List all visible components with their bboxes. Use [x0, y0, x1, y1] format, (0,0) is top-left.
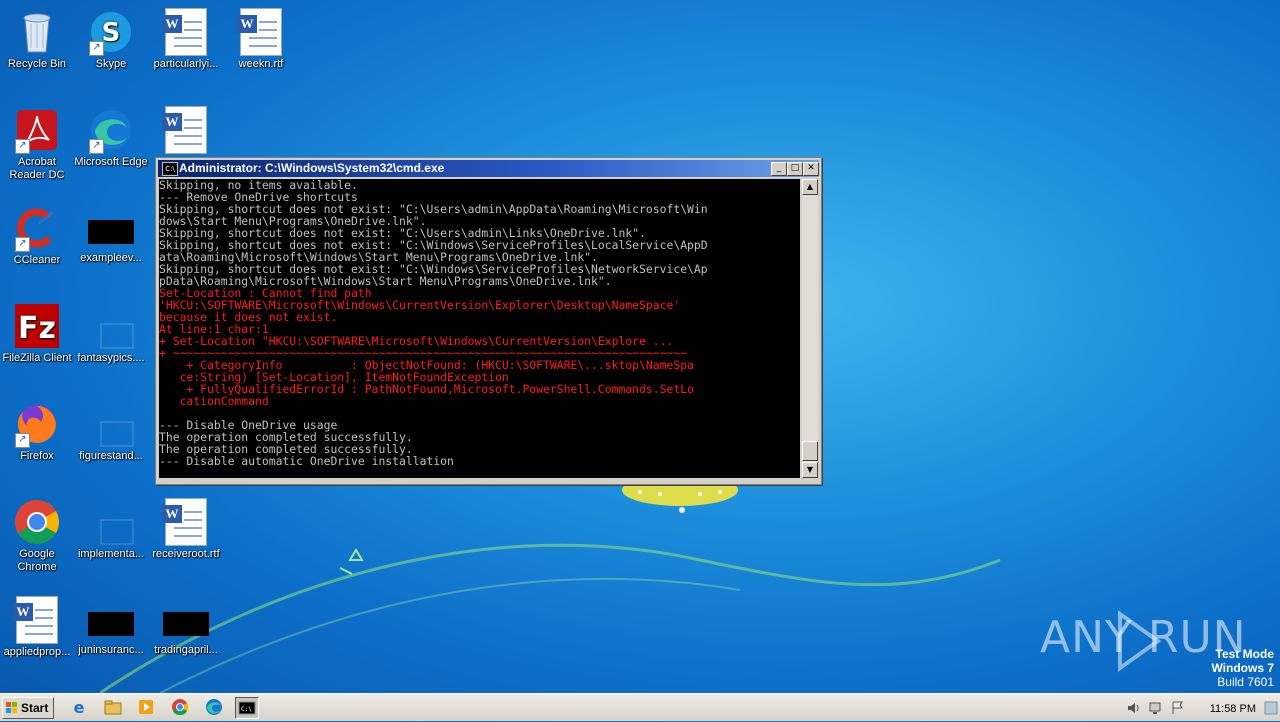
- firefox-icon: ↗: [13, 400, 61, 448]
- shortcut-arrow-icon: ↗: [15, 237, 30, 252]
- desktop-icon-label: figurestand...: [79, 450, 143, 462]
- chrome-icon: [13, 498, 61, 546]
- edge-icon: ↗: [87, 106, 135, 154]
- close-button[interactable]: ✕: [803, 162, 819, 176]
- blank-file-icon: [87, 498, 135, 546]
- vertical-scrollbar[interactable]: ▲ ▼: [802, 179, 818, 478]
- desktop-icon-label: implementa...: [77, 548, 145, 560]
- desktop-icon-skype[interactable]: S ↗ Skype: [74, 8, 148, 71]
- maximize-button[interactable]: □: [787, 162, 803, 176]
- desktop-icon-label: Recycle Bin: [7, 58, 67, 70]
- desktop-icon-label: particularlyi...: [153, 58, 219, 70]
- desktop-icon-label: juninsuranc...: [78, 644, 144, 656]
- clock[interactable]: 11:58 PM: [1210, 703, 1256, 715]
- desktop-icon-acrobat[interactable]: ↗ Acrobat Reader DC: [0, 106, 74, 182]
- desktop-icon-label: Microsoft Edge: [74, 156, 148, 168]
- desktop-icon-word-partial[interactable]: W: [149, 106, 223, 156]
- start-label: Start: [21, 701, 49, 715]
- shortcut-arrow-icon: ↗: [15, 433, 30, 448]
- word-document-icon: W: [162, 498, 210, 546]
- build-label: Build 7601: [1217, 675, 1274, 689]
- volume-icon[interactable]: [1126, 700, 1142, 716]
- desktop-icon-juninsuranc[interactable]: juninsuranc...: [74, 596, 148, 657]
- svg-text:S: S: [102, 18, 121, 48]
- show-desktop-icon[interactable]: [1264, 700, 1278, 716]
- desktop-icon-exampleev[interactable]: exampleev...: [74, 204, 148, 265]
- desktop-icon-particularlyi[interactable]: W particularlyi...: [149, 8, 223, 71]
- desktop-icon-label: fantasypics....: [77, 352, 145, 364]
- word-document-icon: W: [237, 8, 285, 56]
- console-output[interactable]: Skipping, no items available. --- Remove …: [159, 179, 800, 478]
- desktop-icon-label: Google Chrome: [17, 548, 57, 573]
- desktop-icon-firefox[interactable]: ↗ Firefox: [0, 400, 74, 463]
- desktop-icon-edge[interactable]: ↗ Microsoft Edge: [74, 106, 148, 169]
- taskbar: Start e C:\ 11:58 PM: [0, 693, 1280, 721]
- word-document-icon: W: [162, 8, 210, 56]
- desktop-icon-chrome[interactable]: Google Chrome: [0, 498, 74, 574]
- desktop-icon-label: FileZilla Client: [2, 352, 72, 364]
- svg-text:Fz: Fz: [18, 311, 56, 346]
- desktop-icon-appliedprop[interactable]: W appliedprop...: [0, 596, 74, 659]
- desktop-icon-tradingapril[interactable]: tradingapril...: [149, 596, 223, 657]
- desktop-icon-label: CCleaner: [13, 254, 61, 266]
- shortcut-arrow-icon: ↗: [89, 41, 104, 56]
- svg-text:e: e: [74, 698, 85, 717]
- console-line: --- Disable automatic OneDrive installat…: [159, 454, 454, 468]
- file-thumbnail: [163, 612, 209, 636]
- desktop-icon-label: exampleev...: [80, 252, 142, 264]
- system-tray: 11:58 PM: [1120, 696, 1280, 718]
- file-thumbnail: [88, 220, 134, 244]
- blank-file-icon: [87, 302, 135, 350]
- svg-text:C:\: C:\: [241, 706, 252, 713]
- cmd-titlebar[interactable]: C:\ Administrator: C:\Windows\System32\c…: [158, 160, 819, 177]
- action-center-flag-icon[interactable]: [1170, 700, 1186, 716]
- explorer-icon[interactable]: [102, 697, 124, 717]
- minimize-button[interactable]: _: [771, 162, 787, 176]
- desktop-icon-ccleaner[interactable]: ↗ CCleaner: [0, 204, 74, 267]
- edge-icon[interactable]: [203, 697, 225, 717]
- file-thumbnail: [88, 612, 134, 636]
- network-icon[interactable]: [1148, 700, 1164, 716]
- test-mode-watermark: Test Mode Windows 7 Build 7601: [1211, 647, 1274, 689]
- desktop-icon-label: tradingapril...: [154, 644, 218, 656]
- shortcut-arrow-icon: ↗: [89, 139, 104, 154]
- cmd-title: Administrator: C:\Windows\System32\cmd.e…: [179, 161, 445, 175]
- desktop-icon-recycle-bin[interactable]: Recycle Bin: [0, 8, 74, 71]
- scroll-thumb[interactable]: [802, 441, 818, 461]
- media-player-icon[interactable]: [135, 697, 157, 717]
- windows-logo-icon: [6, 702, 17, 713]
- ccleaner-icon: ↗: [13, 204, 61, 252]
- desktop-icon-receiveroot[interactable]: W receiveroot.rtf: [149, 498, 223, 561]
- acrobat-icon: ↗: [13, 106, 61, 154]
- console-line: cationCommand: [159, 394, 269, 408]
- cmd-taskbar-icon[interactable]: C:\: [235, 697, 259, 719]
- desktop-icon-label: weekn.rtf: [238, 58, 284, 70]
- chrome-icon[interactable]: [169, 697, 191, 717]
- word-document-icon: W: [13, 596, 61, 644]
- scroll-up-arrow-icon[interactable]: ▲: [802, 179, 818, 195]
- blank-file-icon: [87, 400, 135, 448]
- test-mode-label: Test Mode: [1215, 647, 1274, 661]
- shortcut-arrow-icon: ↗: [15, 139, 30, 154]
- skype-icon: S ↗: [87, 8, 135, 56]
- scroll-down-arrow-icon[interactable]: ▼: [802, 462, 818, 478]
- desktop-icon-label: Acrobat Reader DC: [9, 156, 65, 181]
- desktop-icon-implementa[interactable]: implementa...: [74, 498, 148, 561]
- desktop-icon-weekn[interactable]: W weekn.rtf: [224, 8, 298, 71]
- filezilla-icon: Fz: [13, 302, 61, 350]
- os-label: Windows 7: [1211, 661, 1274, 675]
- recycle-bin-icon: [13, 8, 61, 56]
- desktop-icon-fantasypics[interactable]: fantasypics....: [74, 302, 148, 365]
- word-document-icon: W: [162, 106, 210, 154]
- cmd-window[interactable]: C:\ Administrator: C:\Windows\System32\c…: [155, 157, 822, 485]
- desktop-icon-label: Firefox: [20, 450, 54, 462]
- ie-icon[interactable]: e: [68, 697, 90, 717]
- desktop-icon-filezilla[interactable]: Fz FileZilla Client: [0, 302, 74, 365]
- start-button[interactable]: Start: [2, 697, 54, 719]
- desktop-icon-figurestand[interactable]: figurestand...: [74, 400, 148, 463]
- desktop-icon-label: receiveroot.rtf: [152, 548, 220, 560]
- cmd-icon[interactable]: C:\: [162, 162, 178, 176]
- desktop-icon-label: Skype: [95, 58, 127, 70]
- desktop-icon-label: appliedprop...: [3, 646, 71, 658]
